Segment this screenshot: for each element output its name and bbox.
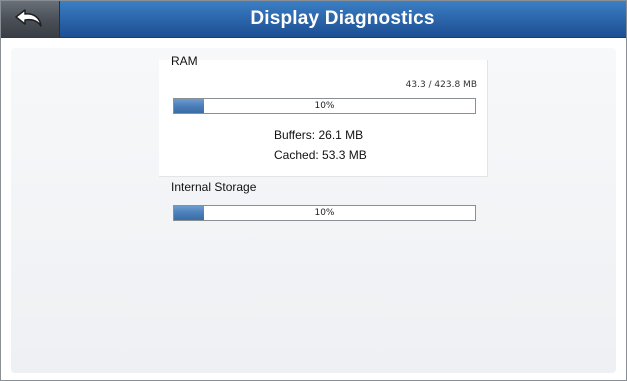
screen: Display Diagnostics RAM 43.3 / 423.8 MB …: [0, 0, 627, 381]
cached-label: Cached:: [274, 148, 319, 162]
ram-percent-text: 10%: [314, 101, 335, 111]
cached-value: 53.3 MB: [322, 148, 367, 162]
ram-label: RAM: [171, 54, 198, 68]
storage-progress-bar: 10%: [173, 205, 476, 221]
back-arrow-icon: [15, 9, 42, 27]
buffers-row: Buffers: 26.1 MB: [274, 128, 363, 142]
title-bar: Display Diagnostics: [1, 1, 626, 38]
cached-row: Cached: 53.3 MB: [274, 148, 367, 162]
buffers-label: Buffers:: [274, 128, 316, 142]
buffers-value: 26.1 MB: [318, 128, 364, 142]
diagnostics-content: RAM 43.3 / 423.8 MB 10% Buffers: 26.1 MB…: [1, 38, 626, 380]
internal-storage-label: Internal Storage: [171, 180, 257, 194]
back-button[interactable]: [1, 1, 60, 37]
storage-percent-text: 10%: [314, 208, 335, 218]
page-title: Display Diagnostics: [250, 8, 435, 29]
ram-progress-bar: 10%: [173, 98, 476, 114]
ram-usage-text: 43.3 / 423.8 MB: [405, 80, 477, 90]
